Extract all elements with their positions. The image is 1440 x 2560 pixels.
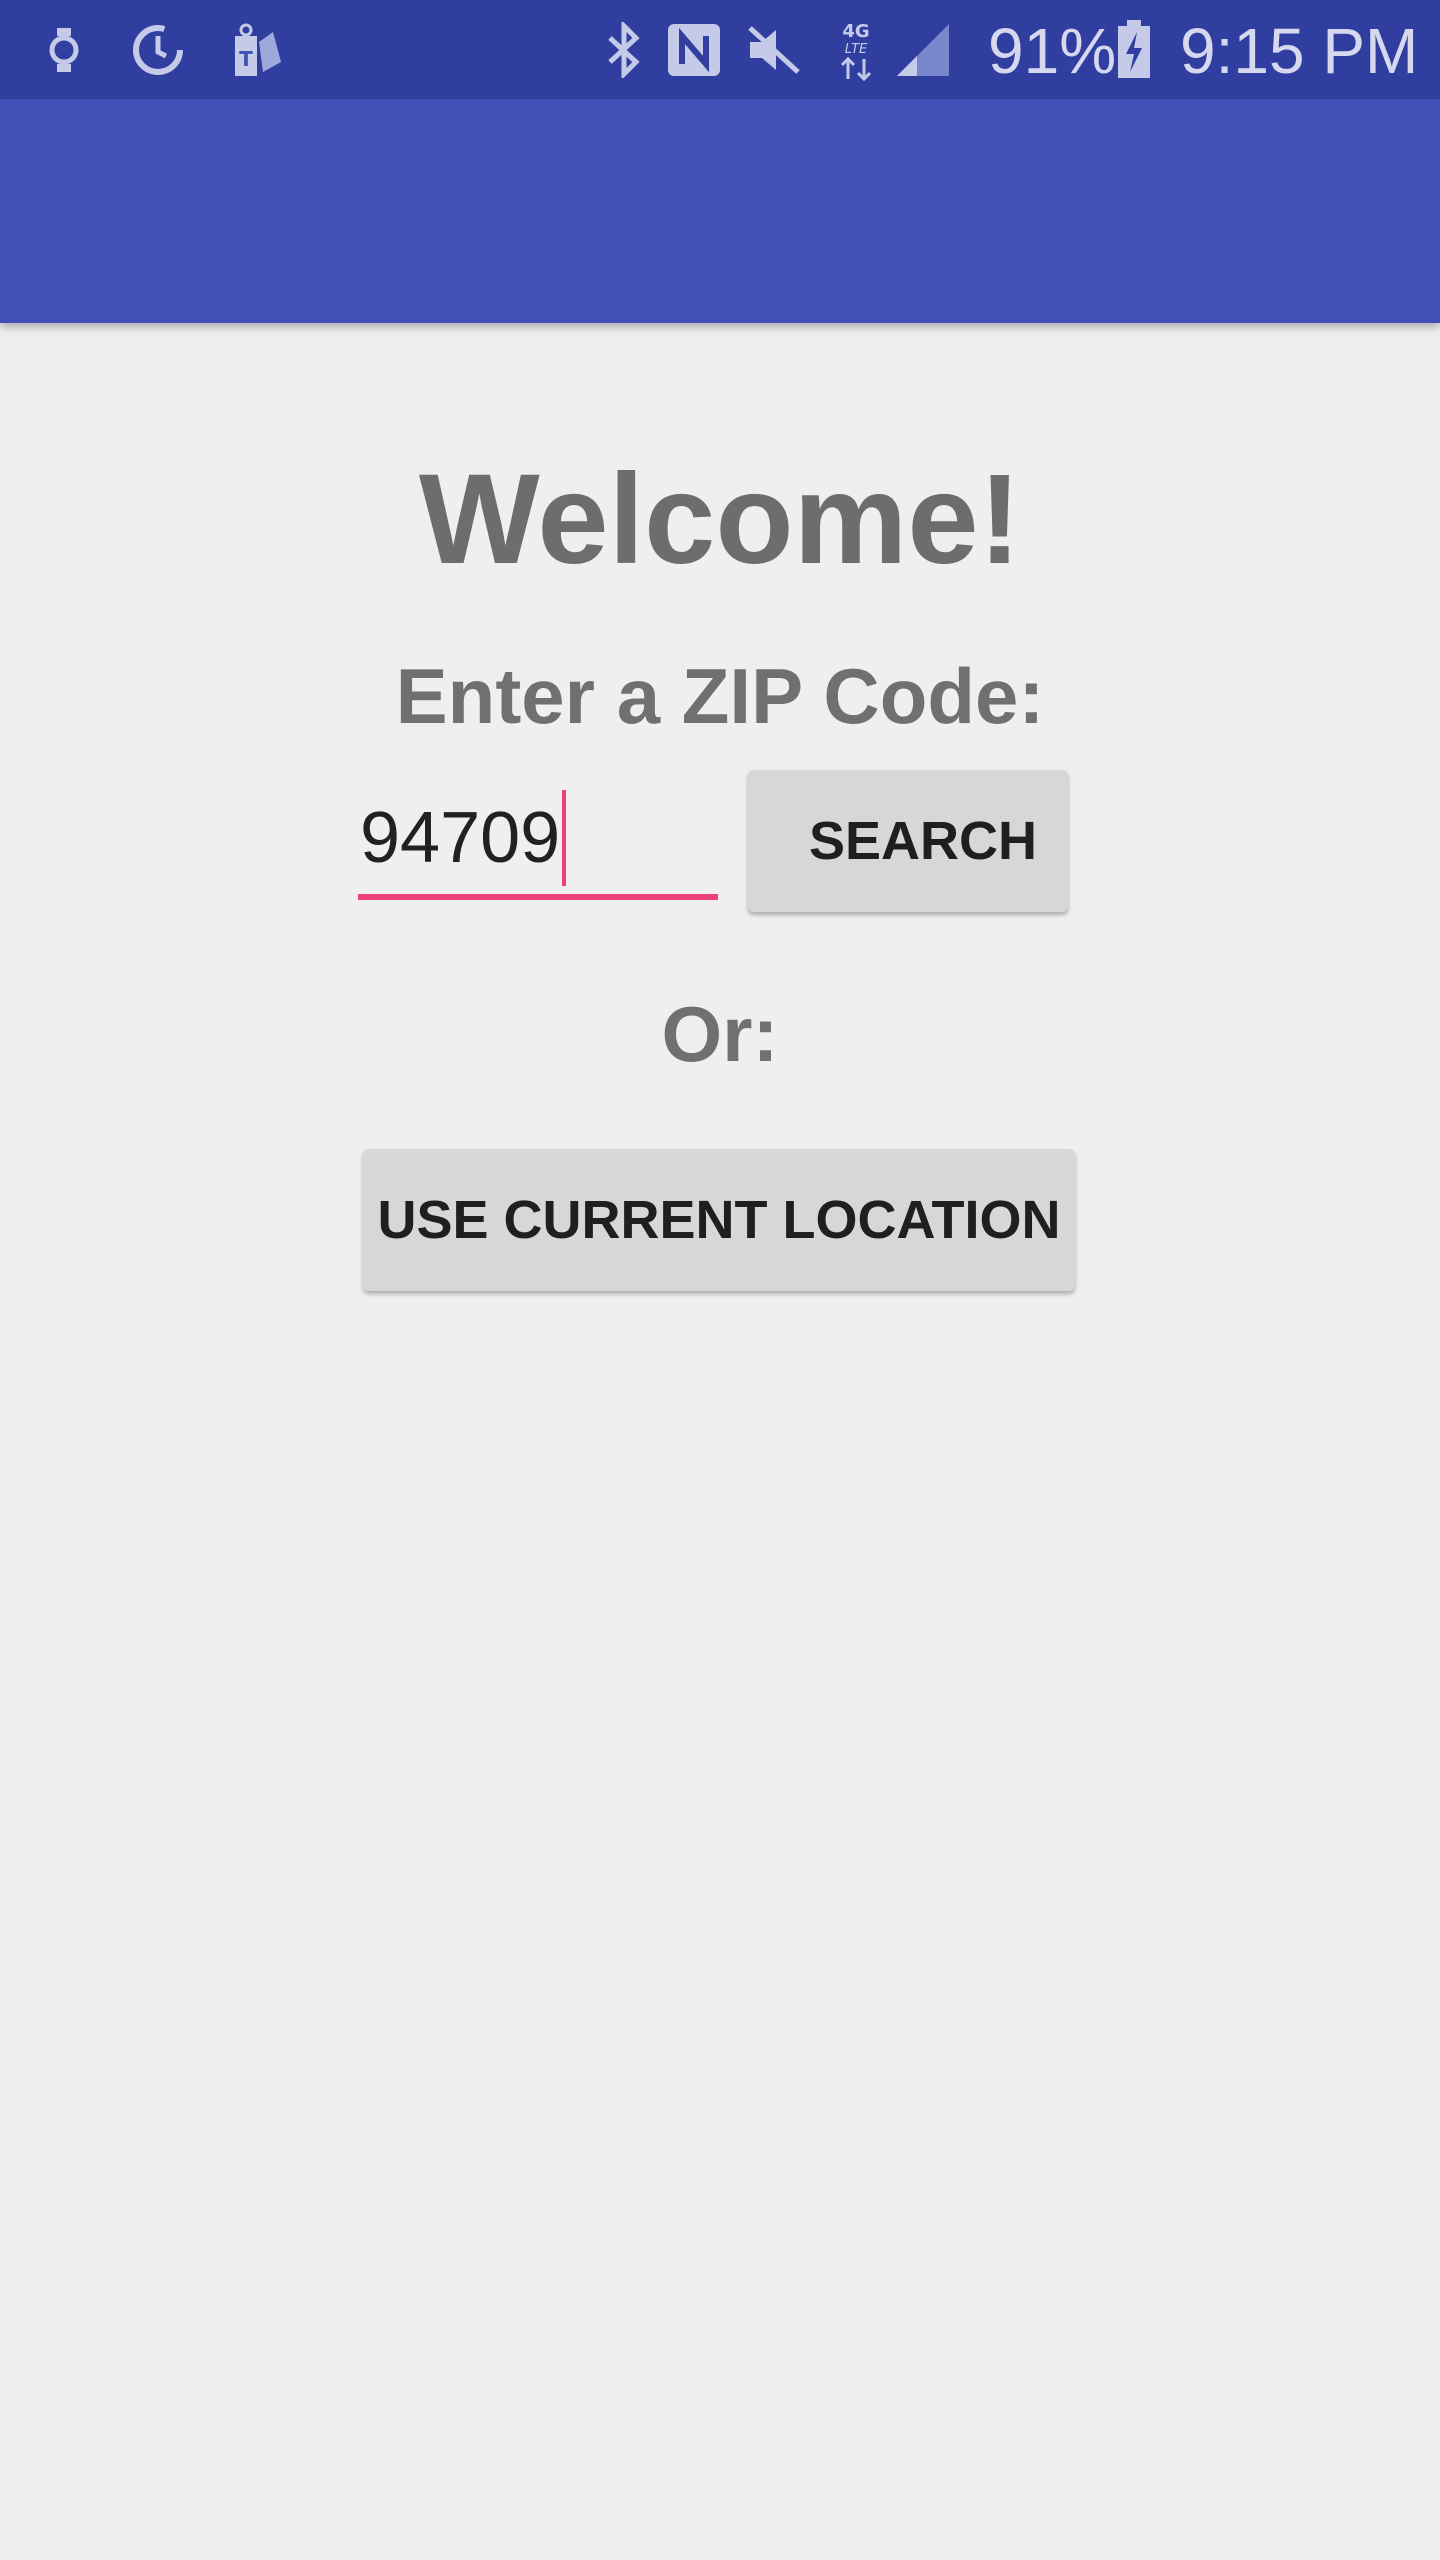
bluetooth-icon (600, 16, 648, 84)
sync-icon (128, 16, 188, 84)
text-caret (562, 790, 567, 886)
app-bar (0, 99, 1440, 323)
tmobile-icon: T (228, 16, 284, 84)
search-button[interactable]: SEARCH (748, 770, 1068, 912)
welcome-heading: Welcome! (418, 448, 1022, 591)
zip-code-input[interactable]: 94709 (358, 780, 718, 900)
use-current-location-button[interactable]: USE CURRENT LOCATION (363, 1149, 1075, 1291)
mute-icon (744, 16, 804, 84)
input-underline (358, 894, 718, 900)
battery-charging-icon (1114, 16, 1154, 84)
data-4g-lte-icon: 4G LTE (834, 16, 878, 84)
svg-text:T: T (239, 47, 253, 71)
status-bar: T 4G LTE 91% 9:15 PM (0, 0, 1440, 99)
svg-text:LTE: LTE (845, 42, 868, 57)
battery-percent: 91% (988, 15, 1117, 87)
nfc-icon (664, 16, 724, 84)
watch-icon (44, 16, 84, 84)
zip-code-label: Enter a ZIP Code: (395, 652, 1045, 740)
signal-icon (894, 16, 952, 84)
zip-code-value[interactable]: 94709 (360, 788, 560, 888)
status-time: 9:15 PM (1180, 15, 1419, 87)
svg-text:4G: 4G (842, 21, 869, 42)
or-label: Or: (661, 990, 779, 1078)
